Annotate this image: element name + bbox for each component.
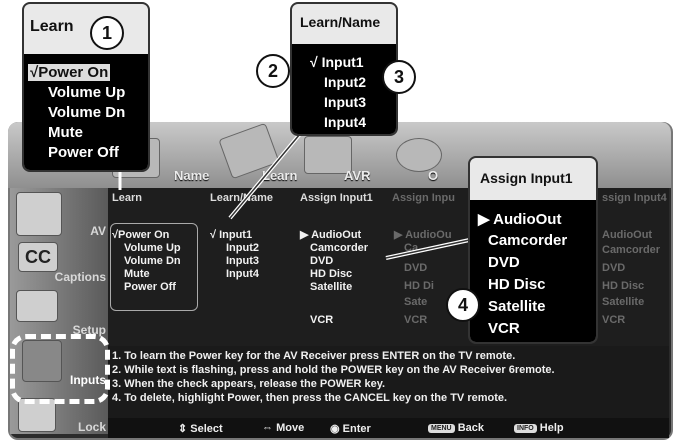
learn-callout-item[interactable]: √Power On xyxy=(28,64,111,81)
learn-callout-item[interactable]: Volume Up xyxy=(48,84,125,101)
assign-input-callout-item[interactable]: VCR xyxy=(488,320,520,337)
learn-callout-item[interactable]: Mute xyxy=(48,124,83,141)
learn-callout: Learn √Power On Volume Up Volume Dn Mute… xyxy=(22,2,150,172)
callout-badge-2: 2 xyxy=(256,54,290,88)
assign-input-callout-item[interactable]: Camcorder xyxy=(488,232,567,249)
learn-name-callout: Learn/Name √ Input1 Input2 Input3 Input4 xyxy=(290,2,398,136)
callout-badge-3: 3 xyxy=(382,60,416,94)
learn-name-callout-title: Learn/Name xyxy=(300,14,381,30)
assign-input-callout-title: Assign Input1 xyxy=(480,170,573,186)
learn-callout-item[interactable]: Volume Dn xyxy=(48,104,125,121)
assign-input-callout-item[interactable]: DVD xyxy=(488,254,520,271)
callout-badge-1: 1 xyxy=(90,16,124,50)
learn-callout-title: Learn xyxy=(30,18,74,35)
learn-name-callout-item[interactable]: Input3 xyxy=(324,94,366,110)
inputs-highlight xyxy=(10,334,110,404)
learn-name-callout-item[interactable]: Input2 xyxy=(324,74,366,90)
learn-name-callout-item[interactable]: Input4 xyxy=(324,114,366,130)
assign-input-callout-item[interactable]: ▶ AudioOut xyxy=(478,210,561,228)
assign-input-callout-item[interactable]: HD Disc xyxy=(488,276,546,293)
assign-input-callout: Assign Input1 ▶ AudioOut Camcorder DVD H… xyxy=(468,156,598,344)
callout-badge-4: 4 xyxy=(446,288,480,322)
learn-callout-item[interactable]: Power Off xyxy=(48,144,119,161)
learn-name-callout-item[interactable]: √ Input1 xyxy=(310,54,364,70)
assign-input-callout-item[interactable]: Satellite xyxy=(488,298,546,315)
